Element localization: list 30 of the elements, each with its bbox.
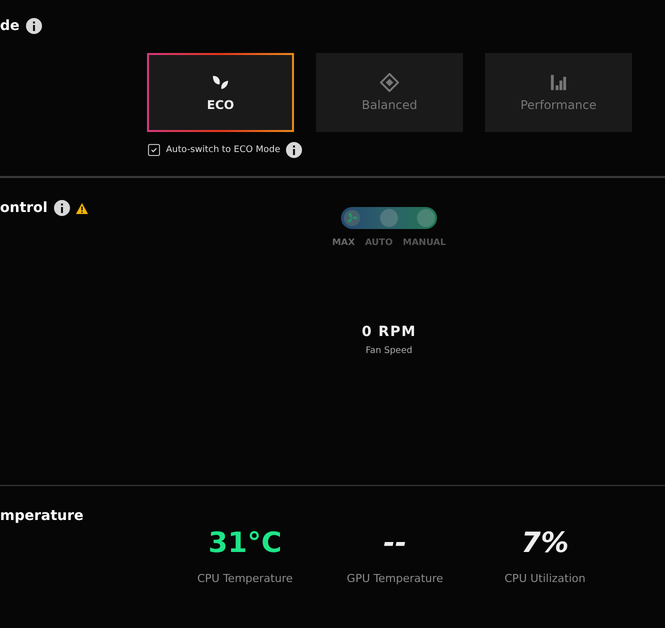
leaves-icon [211, 73, 230, 92]
bars-icon [549, 73, 568, 92]
mode-card[interactable]: ECO [147, 53, 294, 132]
fan-speed-value: 0 RPM [362, 324, 416, 340]
toggle-stop[interactable] [417, 209, 435, 227]
fan-mode-toggle[interactable] [341, 207, 437, 229]
fan-speed-label: Fan Speed [366, 346, 412, 356]
metric-label: GPU Temperature [346, 572, 444, 585]
section-heading: ontrol [0, 200, 48, 216]
diamond-icon [380, 73, 399, 92]
toggle-stop[interactable] [380, 209, 398, 227]
section-heading: mperature [0, 508, 84, 524]
metric-value: 31°C [208, 526, 282, 560]
checkbox-label: Auto-switch to ECO Mode [166, 145, 280, 155]
info-icon[interactable] [54, 200, 70, 216]
info-icon[interactable] [26, 18, 42, 34]
section-heading: de [0, 18, 20, 34]
metric-label: CPU Temperature [197, 572, 293, 585]
fan-mode-label: AUTO [364, 238, 393, 248]
fan-mode-label: MAX [332, 238, 355, 248]
fan-mode-label: MANUAL [402, 238, 446, 248]
info-icon[interactable] [286, 142, 302, 158]
checkbox[interactable] [148, 144, 160, 156]
mode-card[interactable]: Balanced [316, 53, 463, 132]
metric-value: -- [383, 526, 407, 560]
mode-card[interactable]: Performance [485, 53, 632, 132]
metric-value: 7% [521, 526, 569, 560]
fan-icon[interactable] [343, 209, 361, 227]
metric-label: CPU Utilization [504, 572, 586, 585]
checkmark-icon [150, 146, 158, 154]
